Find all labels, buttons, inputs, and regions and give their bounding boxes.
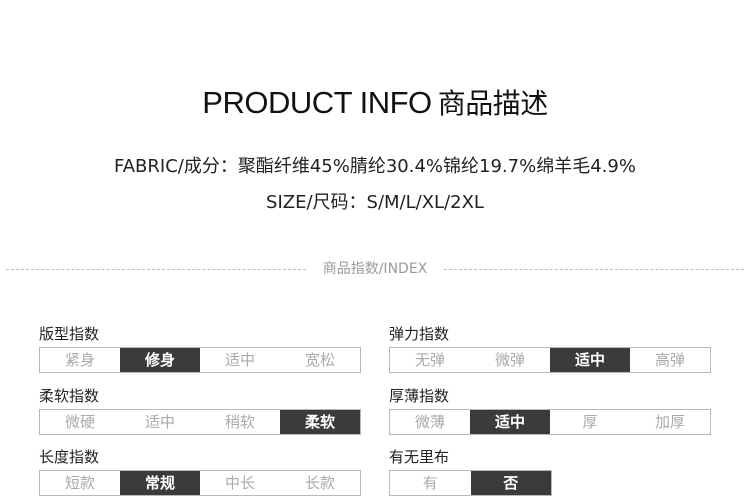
length-option-selected: 常规 bbox=[120, 471, 200, 495]
lining-option: 有 bbox=[422, 474, 438, 492]
length-index: 长度指数 短款 常规 中长 长款 bbox=[39, 447, 361, 496]
elasticity-option-selected: 适中 bbox=[550, 348, 630, 372]
fit-index: 版型指数 紧身 修身 适中 宽松 bbox=[39, 324, 361, 373]
size-list: SIZE/尺码：S/M/L/XL/2XL bbox=[266, 192, 484, 213]
elasticity-index: 弹力指数 无弹 微弹 适中 高弹 bbox=[389, 324, 711, 373]
softness-option-selected: 柔软 bbox=[280, 410, 360, 434]
softness-option: 稍软 bbox=[224, 413, 255, 431]
divider-dash-right bbox=[444, 269, 744, 270]
thickness-option: 厚 bbox=[582, 413, 598, 431]
lining-option-selected: 否 bbox=[470, 471, 551, 495]
length-option: 长款 bbox=[304, 474, 335, 492]
length-option: 中长 bbox=[224, 474, 255, 492]
divider-label: 商品指数/INDEX bbox=[322, 261, 428, 277]
thickness-option: 微薄 bbox=[414, 413, 445, 431]
softness-index-scale: 微硬 适中 稍软 柔软 bbox=[39, 409, 361, 435]
softness-index: 柔软指数 微硬 适中 稍软 柔软 bbox=[39, 386, 361, 435]
softness-option: 微硬 bbox=[64, 413, 95, 431]
elasticity-option: 高弹 bbox=[654, 351, 685, 369]
thickness-index-title: 厚薄指数 bbox=[389, 387, 450, 405]
fit-index-scale: 紧身 修身 适中 宽松 bbox=[39, 347, 361, 373]
fit-option: 适中 bbox=[224, 351, 255, 369]
thickness-option: 加厚 bbox=[654, 413, 685, 431]
title-english: PRODUCT INFO bbox=[202, 85, 432, 120]
index-divider: 商品指数/INDEX bbox=[6, 259, 744, 279]
softness-index-title: 柔软指数 bbox=[39, 387, 100, 405]
length-index-title: 长度指数 bbox=[39, 448, 100, 466]
lining-index-title: 有无里布 bbox=[389, 448, 450, 466]
elasticity-index-scale: 无弹 微弹 适中 高弹 bbox=[389, 347, 711, 373]
fit-option: 紧身 bbox=[64, 351, 95, 369]
elasticity-index-title: 弹力指数 bbox=[389, 325, 450, 343]
fit-index-title: 版型指数 bbox=[39, 325, 100, 343]
elasticity-option: 无弹 bbox=[414, 351, 445, 369]
fabric-composition: FABRIC/成分：聚酯纤维45%腈纶30.4%锦纶19.7%绵羊毛4.9% bbox=[114, 156, 636, 177]
thickness-option-selected: 适中 bbox=[470, 410, 550, 434]
divider-dash-left bbox=[6, 269, 306, 270]
thickness-index: 厚薄指数 微薄 适中 厚 加厚 bbox=[389, 386, 711, 435]
length-option: 短款 bbox=[64, 474, 95, 492]
fit-option-selected: 修身 bbox=[120, 348, 200, 372]
page-title: PRODUCT INFO 商品描述 bbox=[0, 82, 750, 122]
title-chinese: 商品描述 bbox=[437, 87, 549, 120]
length-index-scale: 短款 常规 中长 长款 bbox=[39, 470, 361, 496]
softness-option: 适中 bbox=[144, 413, 175, 431]
elasticity-option: 微弹 bbox=[494, 351, 525, 369]
fit-option: 宽松 bbox=[304, 351, 335, 369]
lining-index-scale: 有 否 bbox=[389, 470, 552, 496]
lining-index: 有无里布 有 否 bbox=[389, 447, 552, 496]
thickness-index-scale: 微薄 适中 厚 加厚 bbox=[389, 409, 711, 435]
